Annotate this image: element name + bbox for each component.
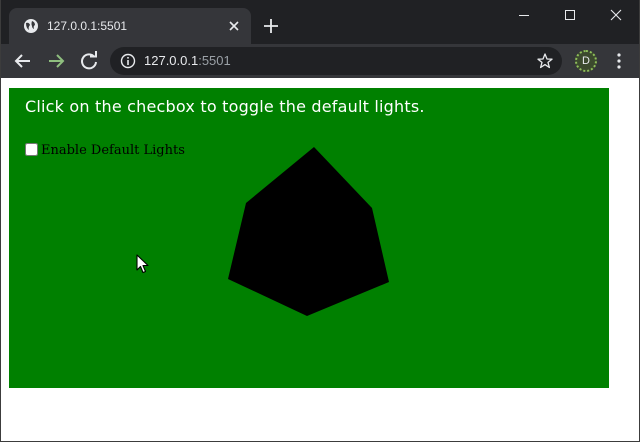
browser-toolbar: 127.0.0.1:5501 D xyxy=(1,44,639,78)
tab-active[interactable]: 127.0.0.1:5501 xyxy=(9,8,251,44)
reload-icon[interactable] xyxy=(76,48,102,74)
page-viewport: Click on the checbox to toggle the defau… xyxy=(1,78,639,441)
maximize-icon[interactable] xyxy=(547,0,593,30)
close-icon[interactable] xyxy=(225,17,243,35)
arrow-right-icon[interactable] xyxy=(43,48,69,74)
plus-icon[interactable] xyxy=(259,14,283,38)
address-bar[interactable]: 127.0.0.1:5501 xyxy=(110,47,562,75)
default-lights-checkbox[interactable] xyxy=(25,143,38,156)
profile-avatar[interactable]: D xyxy=(575,50,597,72)
minimize-icon[interactable] xyxy=(501,0,547,30)
tab-title: 127.0.0.1:5501 xyxy=(47,19,128,33)
default-lights-label[interactable]: Enable Default Lights xyxy=(41,142,185,160)
cube-shape xyxy=(228,147,389,316)
star-icon[interactable] xyxy=(536,52,554,70)
info-icon[interactable] xyxy=(120,53,136,69)
url-port: :5501 xyxy=(198,53,231,68)
mouse-cursor-icon xyxy=(136,254,149,274)
browser-window: 127.0.0.1:5501 127.0.0.1:5501 D Click on… xyxy=(0,0,640,442)
instruction-text: Click on the checbox to toggle the defau… xyxy=(25,97,425,116)
window-close-icon[interactable] xyxy=(593,0,639,30)
profile-initial: D xyxy=(582,55,590,67)
url-text[interactable]: 127.0.0.1:5501 xyxy=(144,52,231,70)
url-host: 127.0.0.1 xyxy=(144,53,199,68)
arrow-left-icon[interactable] xyxy=(10,48,36,74)
kebab-menu-icon[interactable] xyxy=(611,52,627,70)
globe-icon xyxy=(24,19,38,33)
tab-strip: 127.0.0.1:5501 xyxy=(1,0,639,44)
webgl-scene[interactable]: Click on the checbox to toggle the defau… xyxy=(9,88,609,388)
